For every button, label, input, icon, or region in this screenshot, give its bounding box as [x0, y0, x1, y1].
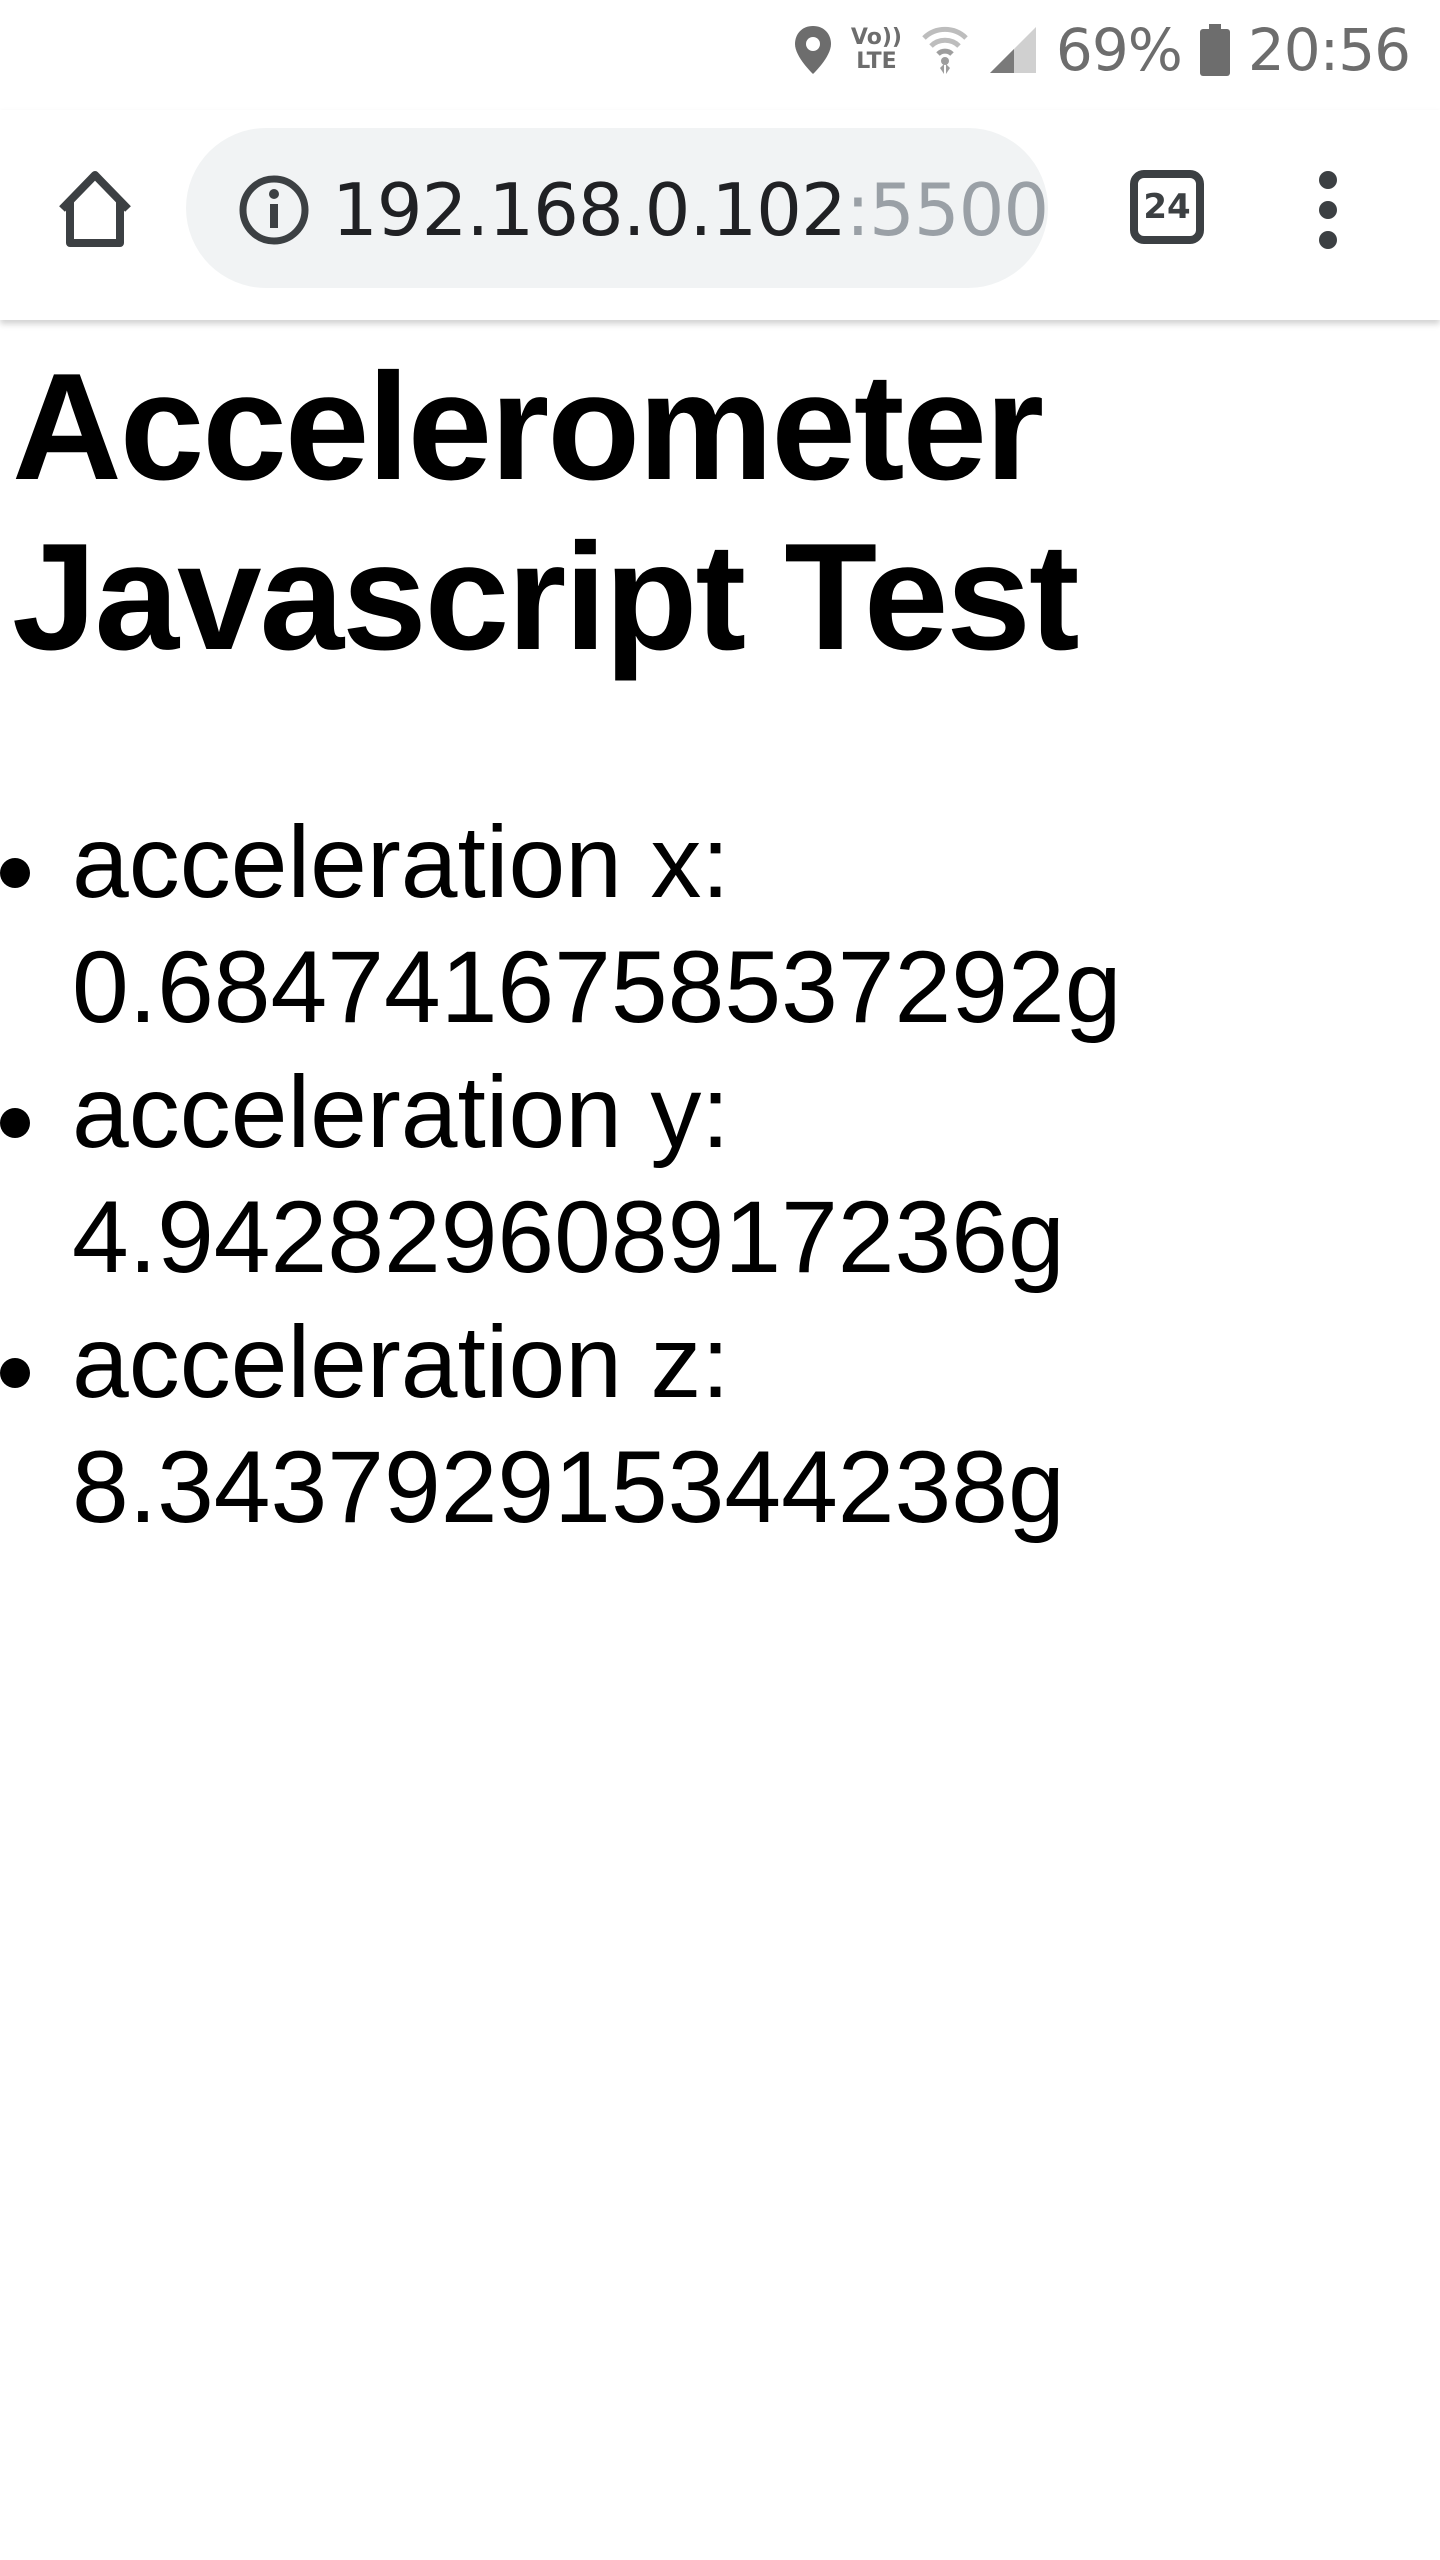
acceleration-z-value: 8.343792915344238g [72, 1430, 1065, 1544]
bullet-icon [0, 858, 30, 888]
list-item: acceleration y: 4.942829608917236g [0, 1050, 1272, 1300]
status-bar: Vo)) LTE 69% 20:56 [0, 0, 1440, 110]
status-icons: Vo)) LTE 69% 20:56 [793, 12, 1411, 88]
home-icon [59, 171, 131, 247]
page-title: Accelerometer Javascript Test [12, 342, 1080, 682]
volte-icon: Vo)) LTE [851, 26, 902, 74]
list-item: acceleration z: 8.343792915344238g [0, 1300, 1272, 1550]
wifi-icon [920, 24, 970, 76]
acceleration-list: acceleration x: 0.6847416758537292g acce… [0, 800, 1440, 1550]
page-content: Accelerometer Javascript Test accelerati… [0, 320, 1440, 1550]
bullet-icon [0, 1108, 30, 1138]
acceleration-y-label: acceleration y: [72, 1055, 730, 1169]
bullet-icon [0, 1358, 30, 1388]
tab-switcher-button[interactable]: 24 [1130, 170, 1204, 244]
battery-icon [1199, 24, 1230, 76]
browser-toolbar: 192.168.0.102:5500 24 [0, 110, 1440, 320]
home-button[interactable] [52, 165, 138, 251]
address-bar[interactable]: 192.168.0.102:5500 [186, 128, 1049, 288]
info-icon[interactable] [238, 174, 310, 246]
location-icon [793, 24, 833, 76]
acceleration-x-label: acceleration x: [72, 805, 730, 919]
list-item: acceleration x: 0.6847416758537292g [0, 800, 1272, 1050]
signal-icon [988, 25, 1038, 75]
more-vert-icon [1319, 171, 1337, 249]
volte-label-top: Vo)) [850, 25, 902, 50]
battery-percent: 69% [1055, 16, 1183, 84]
clock: 20:56 [1247, 16, 1411, 84]
acceleration-x-value: 0.6847416758537292g [72, 930, 1122, 1044]
acceleration-z-label: acceleration z: [72, 1305, 730, 1419]
url-host: 192.168.0.102 [332, 168, 847, 252]
more-menu-button[interactable] [1306, 170, 1350, 250]
tab-count: 24 [1143, 187, 1191, 227]
url-text[interactable]: 192.168.0.102:5500 [332, 166, 1049, 254]
volte-label-bottom: LTE [856, 49, 897, 74]
url-port: :5500 [845, 168, 1049, 252]
acceleration-y-value: 4.942829608917236g [72, 1180, 1065, 1294]
